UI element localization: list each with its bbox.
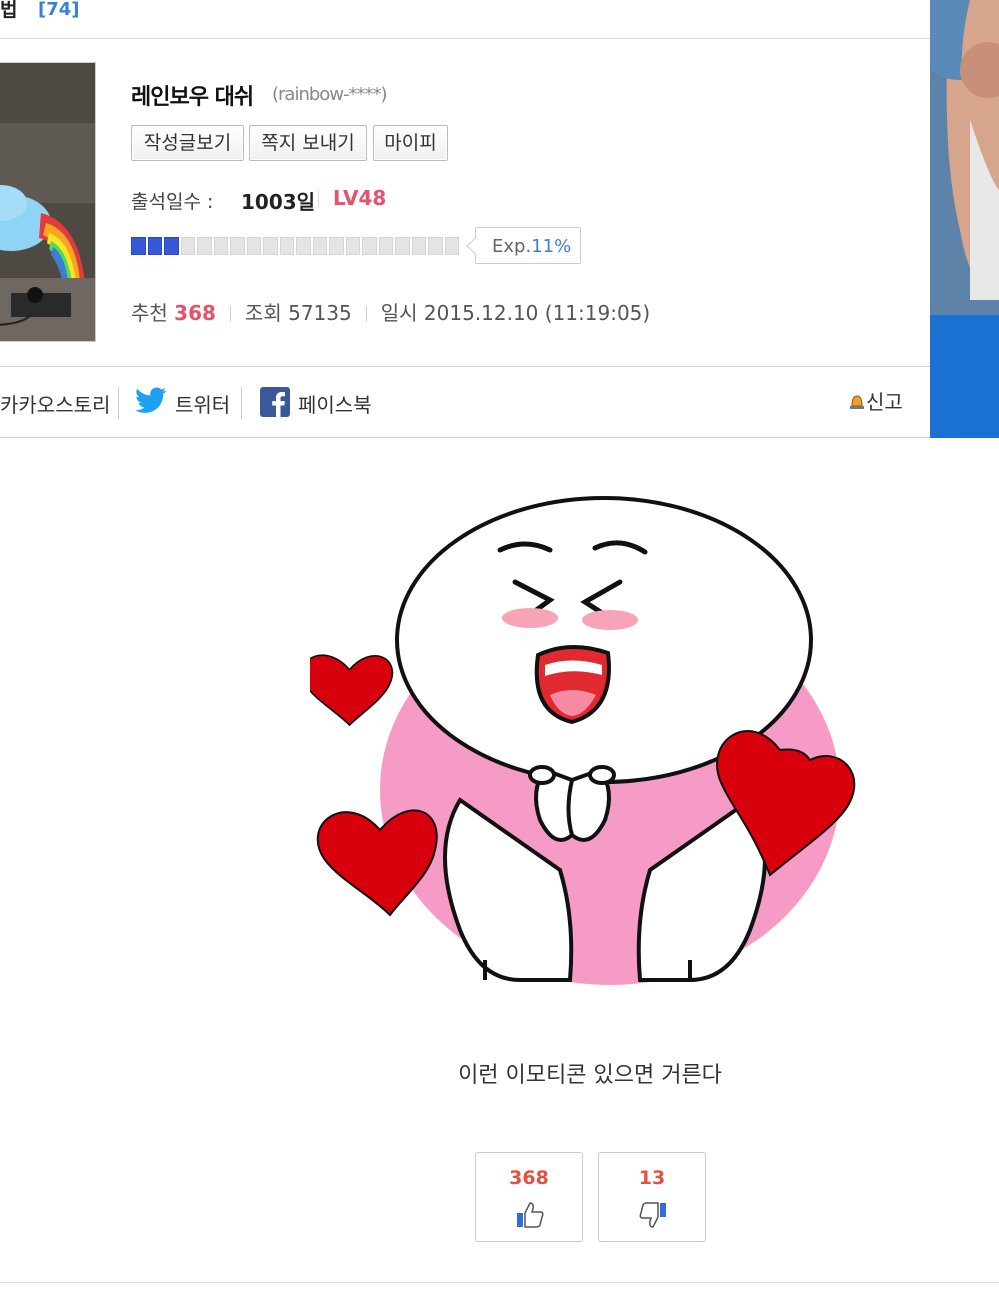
author-id: (rainbow-****) (272, 84, 388, 105)
side-ad-banner[interactable] (930, 0, 999, 438)
twitter-icon (135, 387, 167, 420)
share-twitter-link[interactable]: 트위터 (135, 387, 231, 418)
exp-segment (147, 237, 162, 255)
attendance-label: 출석일수 : (131, 191, 214, 213)
share-kakaostory-label: 카카오스토리 (0, 393, 111, 417)
author-name[interactable]: 레인보우 대쉬 (131, 79, 254, 111)
divider (241, 387, 242, 419)
view-posts-button[interactable]: 작성글보기 (131, 125, 244, 161)
board-header (0, 0, 930, 39)
exp-segment (395, 237, 410, 255)
level-badge: LV48 (333, 186, 387, 210)
divider (365, 306, 367, 322)
exp-segment (180, 237, 195, 255)
exp-tooltip: Exp.11% (475, 227, 581, 264)
exp-segment (131, 237, 146, 255)
divider (229, 306, 231, 322)
report-label: 신고 (866, 390, 903, 414)
views-count: 57135 (288, 301, 352, 325)
post-meta: 추천 368 조회 57135 일시 2015.12.10 (11:19:05) (131, 297, 650, 326)
date-label: 일시 (380, 301, 418, 325)
emoticon-image (310, 496, 856, 985)
post-date: 2015.12.10 (11:19:05) (423, 301, 651, 325)
siren-icon (848, 391, 866, 415)
upvote-count: 368 (509, 1167, 549, 1189)
exp-segment (213, 237, 228, 255)
exp-progress-bar (131, 237, 459, 255)
exp-segment (230, 237, 245, 255)
exp-segment (329, 237, 344, 255)
board-category[interactable]: 법 (0, 0, 17, 20)
report-button[interactable]: 신고 (848, 386, 903, 415)
mypi-button[interactable]: 마이피 (373, 125, 448, 161)
comment-count[interactable]: [74] (38, 0, 80, 20)
exp-segment (444, 237, 459, 255)
exp-segment (246, 237, 261, 255)
share-facebook-link[interactable]: 페이스북 (260, 387, 372, 418)
divider (318, 189, 319, 208)
upvote-button[interactable]: 368 (475, 1152, 583, 1242)
share-kakaostory-link[interactable]: 카카오스토리 (0, 389, 110, 418)
exp-segment (428, 237, 443, 255)
exp-label: Exp. (492, 236, 532, 257)
recommend-label: 추천 (131, 301, 168, 325)
divider (0, 1282, 999, 1283)
exp-segment (378, 237, 393, 255)
exp-segment (197, 237, 212, 255)
exp-segment (362, 237, 377, 255)
facebook-icon (260, 387, 290, 422)
exp-segment (279, 237, 294, 255)
exp-segment (312, 237, 327, 255)
exp-segment (296, 237, 311, 255)
author-avatar[interactable] (0, 62, 96, 342)
divider (118, 387, 119, 419)
downvote-count: 13 (638, 1167, 666, 1189)
recommend-count: 368 (174, 301, 216, 325)
exp-segment (263, 237, 278, 255)
exp-percent: 11% (531, 236, 572, 257)
exp-segment (164, 237, 179, 255)
exp-segment (345, 237, 360, 255)
share-facebook-label: 페이스북 (298, 393, 372, 417)
exp-segment (411, 237, 426, 255)
post-caption: 이런 이모티콘 있으면 거른다 (458, 1063, 722, 1088)
share-twitter-label: 트위터 (175, 393, 231, 417)
send-message-button[interactable]: 쪽지 보내기 (249, 125, 367, 161)
views-label: 조회 (244, 301, 282, 325)
attendance-value: 1003일 (241, 190, 316, 214)
downvote-button[interactable]: 13 (598, 1152, 706, 1242)
